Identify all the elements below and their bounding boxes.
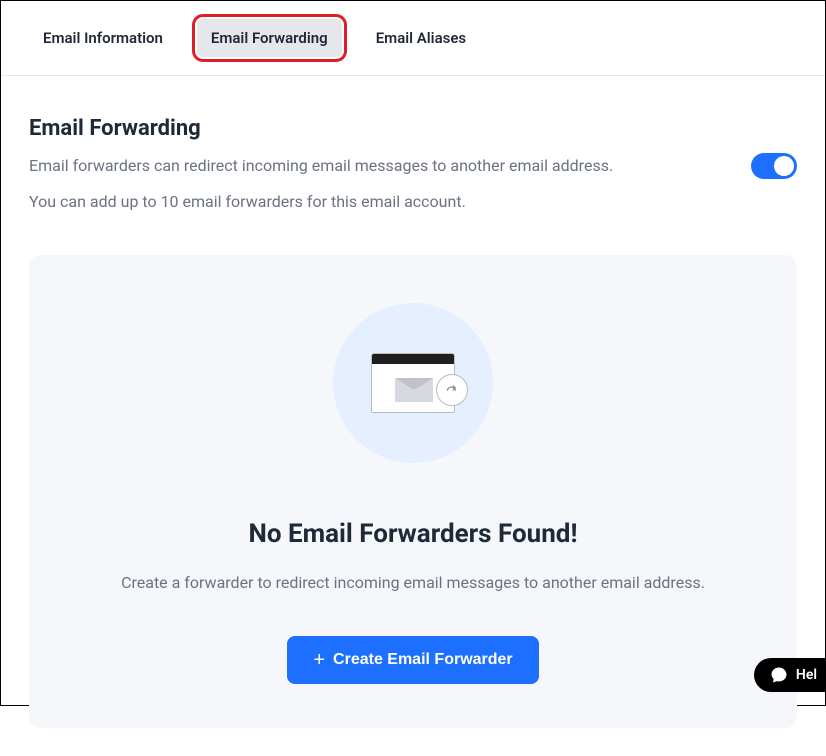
section-description-2: You can add up to 10 email forwarders fo… — [29, 189, 797, 215]
tabs-bar: Email Information Email Forwarding Email… — [1, 1, 825, 76]
empty-illustration — [333, 303, 493, 463]
window-icon — [371, 353, 455, 413]
section-title: Email Forwarding — [29, 116, 797, 141]
tab-email-information[interactable]: Email Information — [29, 19, 177, 57]
plus-icon: + — [313, 650, 325, 670]
envelope-icon — [395, 378, 433, 402]
forward-arrow-icon — [436, 374, 468, 406]
create-forwarder-button[interactable]: + Create Email Forwarder — [287, 636, 538, 684]
empty-description: Create a forwarder to redirect incoming … — [69, 573, 757, 592]
content-area: Email Forwarding Email forwarders can re… — [1, 76, 825, 756]
chat-icon — [770, 666, 788, 684]
tab-email-aliases[interactable]: Email Aliases — [362, 19, 480, 57]
help-button[interactable]: Hel — [754, 658, 825, 692]
create-forwarder-label: Create Email Forwarder — [333, 651, 513, 669]
empty-title: No Email Forwarders Found! — [69, 519, 757, 549]
section-description-1: Email forwarders can redirect incoming e… — [29, 153, 613, 179]
forwarding-toggle[interactable] — [751, 153, 797, 179]
help-label: Hel — [796, 667, 817, 683]
empty-state-card: No Email Forwarders Found! Create a forw… — [29, 255, 797, 728]
tab-email-forwarding[interactable]: Email Forwarding — [197, 19, 342, 57]
